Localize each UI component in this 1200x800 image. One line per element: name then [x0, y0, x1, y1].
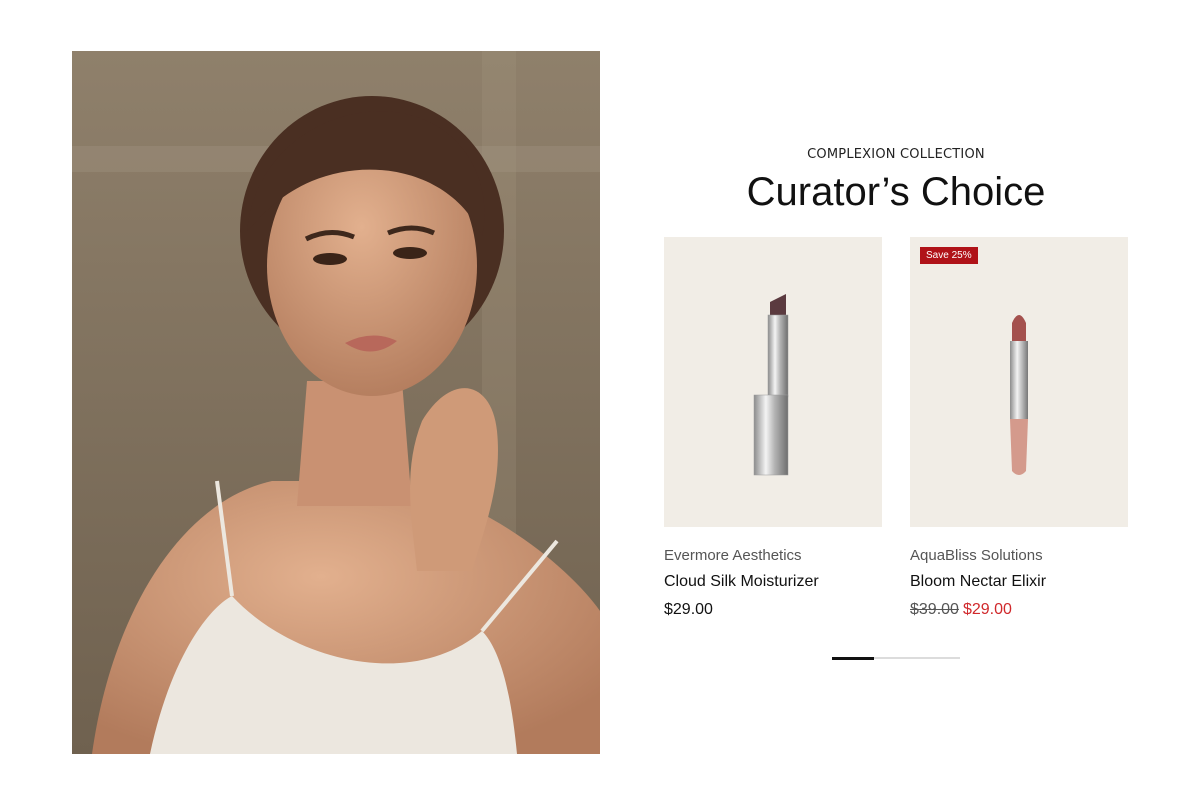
product-brand: Evermore Aesthetics: [664, 547, 802, 564]
product-price: $29.00: [664, 601, 882, 619]
product-image[interactable]: Save 25%: [910, 237, 1128, 527]
product-name-link[interactable]: Cloud Silk Moisturizer: [664, 573, 882, 591]
section-eyebrow: COMPLEXION COLLECTION: [807, 147, 985, 162]
product-name-link[interactable]: Bloom Nectar Elixir: [910, 573, 1128, 591]
current-price: $29.00: [664, 601, 713, 618]
sale-price: $29.00: [962, 601, 1012, 618]
hero-image: [72, 51, 600, 754]
carousel-scrollbar-thumb[interactable]: [832, 656, 875, 660]
product-image[interactable]: [664, 237, 882, 527]
carousel-scrollbar[interactable]: [832, 656, 960, 660]
product-price: $39.00 $29.00: [910, 601, 1128, 619]
product-card[interactable]: Evermore Aesthetics Cloud Silk Moisturiz…: [664, 237, 882, 619]
section-title: Curator’s Choice: [746, 170, 1046, 214]
product-brand: AquaBliss Solutions: [910, 547, 1043, 564]
original-price: $39.00: [910, 601, 959, 618]
sale-badge: Save 25%: [920, 247, 978, 264]
product-card[interactable]: Save 25% AquaBliss Solutions Bloom Necta…: [910, 237, 1128, 619]
